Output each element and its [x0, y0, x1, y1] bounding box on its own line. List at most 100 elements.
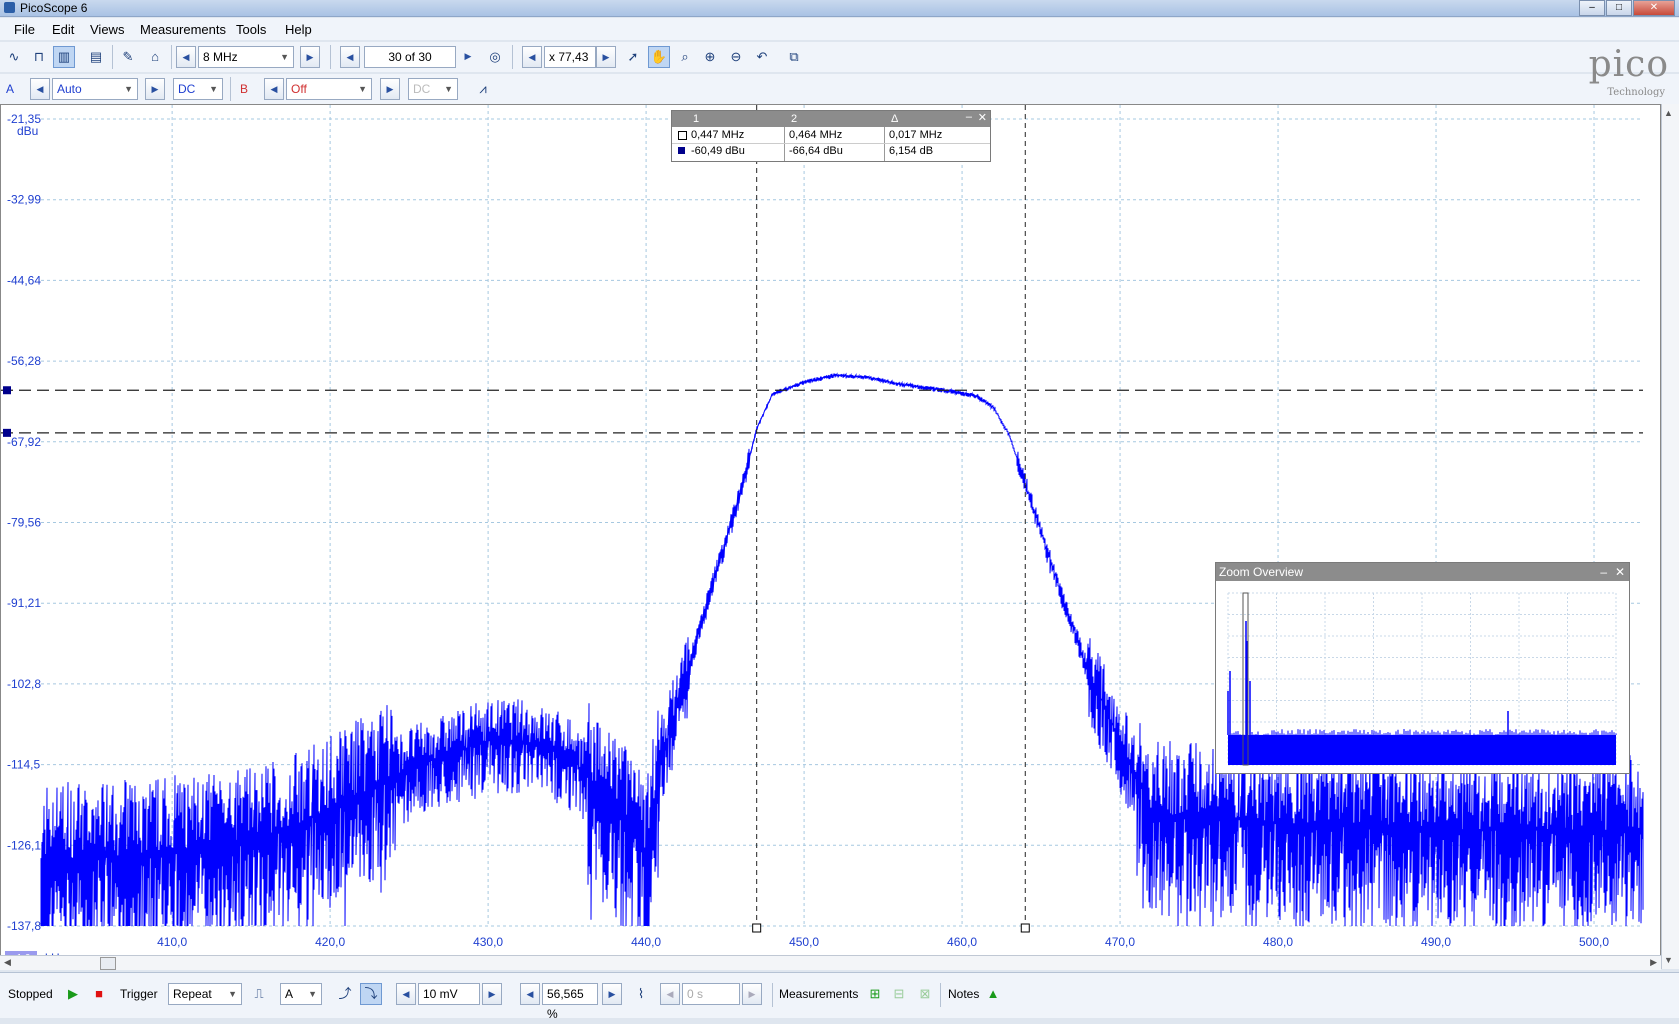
add-spectrum-view-icon[interactable]: ▤	[85, 46, 107, 68]
delay-increase[interactable]: ▶	[742, 983, 762, 1005]
zoom-overview-header: Zoom Overview – ✕	[1216, 563, 1629, 581]
spectrum-mode-icon[interactable]: ▥	[53, 46, 75, 68]
zoom-overview-panel[interactable]: Zoom Overview – ✕	[1215, 562, 1630, 774]
home-icon[interactable]: ⌂	[144, 46, 166, 68]
undo-zoom-icon[interactable]: ↶	[751, 46, 773, 68]
advanced-trigger-icon[interactable]: ⎍	[248, 983, 270, 1005]
zoom-level-box[interactable]: x 77,43	[544, 46, 596, 68]
rising-edge-icon[interactable]: ⤴	[334, 983, 356, 1005]
delay-decrease[interactable]: ◀	[660, 983, 680, 1005]
zoom-overview-plot[interactable]	[1216, 581, 1629, 773]
channel-toolbar: A ◀ Auto ▼ ▶ DC ▼ B ◀ Off ▼ ▶ DC ▼ ⩘	[0, 74, 1679, 104]
scroll-left-icon[interactable]: ◀	[4, 957, 11, 968]
edit-measurement-icon[interactable]: ⊟	[888, 983, 910, 1005]
channel-a-coupling-select[interactable]: DC ▼	[173, 78, 223, 100]
channel-b-coupling-select[interactable]: DC ▼	[408, 78, 458, 100]
start-icon[interactable]: ▶	[62, 983, 84, 1005]
menu-views[interactable]: Views	[90, 22, 124, 37]
trigger-level-box[interactable]: 10 mV	[418, 983, 480, 1005]
channel-b-range-increase[interactable]: ▶	[380, 78, 400, 100]
zoom-in-icon[interactable]: ⊕	[699, 46, 721, 68]
scope-mode-icon[interactable]: ∿	[3, 46, 25, 68]
zoom-increase-button[interactable]: ▶	[596, 46, 616, 68]
menu-tools[interactable]: Tools	[236, 22, 266, 37]
notes-icon[interactable]: ▲	[982, 983, 1004, 1005]
measurements-label: Measurements	[779, 987, 859, 1001]
range-decrease-button[interactable]: ◀	[176, 46, 196, 68]
channel-a-range-select[interactable]: Auto ▼	[52, 78, 138, 100]
zoom-overview-icon[interactable]: ⧉	[783, 46, 805, 68]
stop-icon[interactable]: ■	[88, 983, 110, 1005]
close-icon[interactable]: ✕	[978, 111, 987, 124]
falling-edge-icon[interactable]: ⤵	[360, 983, 382, 1005]
ruler-col-1: 1	[693, 113, 700, 125]
menu-measurements[interactable]: Measurements	[140, 22, 226, 37]
scroll-up-icon[interactable]: ▲	[1664, 108, 1673, 118]
x-tick-label: 500,0	[1579, 935, 1609, 949]
hand-tool-icon[interactable]: ✋	[648, 46, 670, 68]
pretrigger-increase[interactable]: ▶	[602, 983, 622, 1005]
trigger-level-decrease[interactable]: ◀	[396, 983, 416, 1005]
x-tick-label: 450,0	[789, 935, 819, 949]
vertical-scrollbar[interactable]: ▲ ▼	[1661, 104, 1679, 969]
time-ruler-marker-icon	[678, 131, 687, 140]
close-icon[interactable]: ✕	[1615, 563, 1625, 581]
zoom-decrease-button[interactable]: ◀	[522, 46, 542, 68]
channel-b-range-decrease[interactable]: ◀	[264, 78, 284, 100]
menu-file[interactable]: File	[14, 22, 35, 37]
trigger-mode-select[interactable]: Repeat ▼	[168, 983, 242, 1005]
minimize-button[interactable]: –	[1579, 0, 1605, 16]
zoom-window-icon[interactable]: ⌕	[674, 46, 696, 68]
scroll-down-icon[interactable]: ▼	[1664, 955, 1673, 965]
pretrigger-decrease[interactable]: ◀	[520, 983, 540, 1005]
pointer-tool-icon[interactable]: ➚	[622, 46, 644, 68]
pretrigger-box[interactable]: 56,565 %	[542, 983, 598, 1021]
signal-generator-icon[interactable]: ⩘	[472, 78, 494, 100]
channel-a-range-decrease[interactable]: ◀	[30, 78, 50, 100]
menu-help[interactable]: Help	[285, 22, 312, 37]
horizontal-scrollbar[interactable]: ◀ ▶	[0, 955, 1661, 970]
trigger-level-increase[interactable]: ▶	[482, 983, 502, 1005]
channel-b-range-select[interactable]: Off ▼	[286, 78, 372, 100]
signal-ruler-handle	[3, 386, 11, 395]
trigger-timing-icon[interactable]: ⌇	[630, 983, 652, 1005]
x-tick-label: 440,0	[631, 935, 661, 949]
channel-a-label[interactable]: A	[6, 82, 14, 96]
ruler1-y: -60,49 dBu	[691, 145, 745, 157]
channel-b-label[interactable]: B	[240, 82, 248, 96]
buffer-overview-icon[interactable]: ◎	[484, 46, 506, 68]
run-state: Stopped	[8, 987, 53, 1001]
spectrum-view[interactable]: -21,35 -32,99 -44,64 -56,28 -67,92 -79,56 -91,…	[0, 104, 1661, 969]
minimize-icon[interactable]: –	[966, 111, 972, 123]
ruler-legend[interactable]: 1 2 Δ – ✕ 0,447 MHz 0,464 MHz 0,017 MHz …	[671, 110, 991, 162]
x-tick-label: 420,0	[315, 935, 345, 949]
zoom-out-icon[interactable]: ⊖	[725, 46, 747, 68]
close-window-button[interactable]: ✕	[1633, 0, 1675, 16]
ruler1-x: 0,447 MHz	[691, 129, 745, 141]
buffer-prev-button[interactable]: ◀	[340, 46, 360, 68]
buffer-navigator[interactable]: 30 of 30	[364, 46, 456, 68]
x-tick-label: 490,0	[1421, 935, 1451, 949]
buffer-next-button[interactable]: ▶	[458, 46, 478, 68]
menu-edit[interactable]: Edit	[52, 22, 74, 37]
spectrum-plot[interactable]: -21,35-32,99-44,64-56,28-67,92-79,56-91,…	[1, 105, 1660, 968]
minimize-icon[interactable]: –	[1600, 563, 1607, 581]
title-bar: PicoScope 6 – □ ✕	[0, 0, 1679, 17]
channel-a-range-increase[interactable]: ▶	[145, 78, 165, 100]
trigger-channel-select[interactable]: A ▼	[280, 983, 322, 1005]
ruler2-y: -66,64 dBu	[789, 145, 843, 157]
zoom-noise-floor	[1228, 735, 1616, 765]
scroll-right-icon[interactable]: ▶	[1650, 957, 1657, 968]
range-increase-button[interactable]: ▶	[300, 46, 320, 68]
y-unit-label: dBu	[17, 124, 38, 138]
probe-icon[interactable]: ✎	[117, 46, 139, 68]
scroll-thumb[interactable]	[100, 957, 116, 970]
range-select[interactable]: 8 MHz ▼	[198, 46, 294, 68]
signal-ruler-marker-icon	[678, 147, 685, 154]
delete-measurement-icon[interactable]: ⊠	[914, 983, 936, 1005]
persistence-mode-icon[interactable]: ⊓	[28, 46, 50, 68]
add-measurement-icon[interactable]: ⊞	[864, 983, 886, 1005]
menu-bar: File Edit Views Measurements Tools Help	[0, 18, 1679, 40]
maximize-button[interactable]: □	[1606, 0, 1632, 16]
delay-box[interactable]: 0 s	[682, 983, 740, 1005]
